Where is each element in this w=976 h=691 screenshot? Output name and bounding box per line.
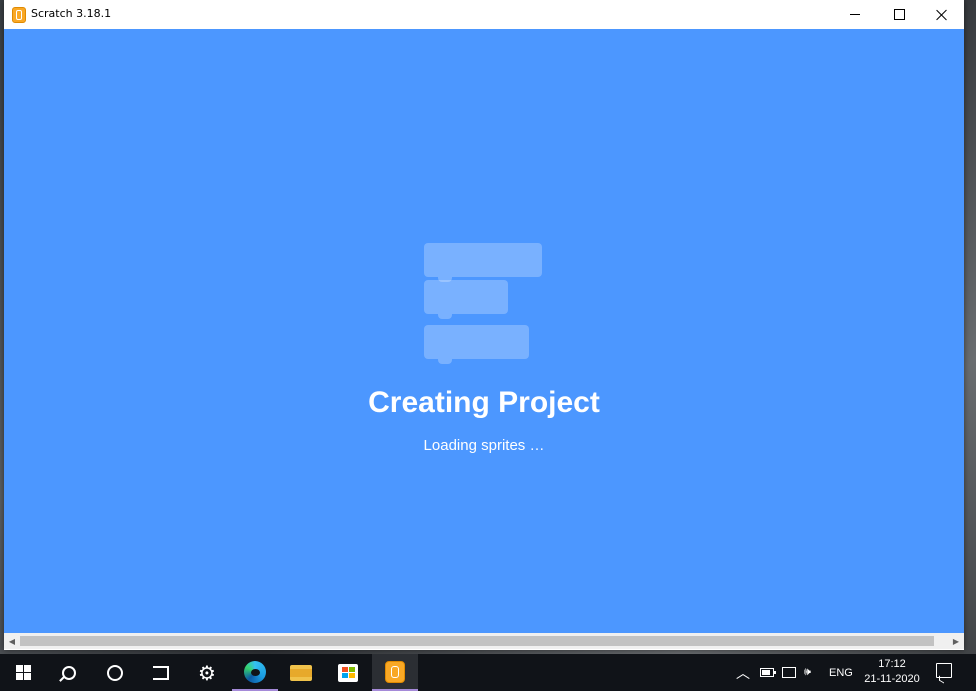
- scratch-window: Scratch 3.18.1 Creating Project Loading …: [4, 0, 964, 650]
- search-icon: [62, 665, 76, 680]
- chevron-up-icon: ︿: [736, 664, 750, 681]
- loading-status: Loading sprites …: [423, 437, 545, 454]
- loading-title: Creating Project: [368, 386, 600, 419]
- notification-icon[interactable]: [936, 663, 952, 678]
- task-view-button[interactable]: [138, 654, 184, 691]
- minimize-icon: [850, 14, 860, 15]
- edge-icon: [244, 660, 266, 683]
- folder-icon: [290, 664, 312, 681]
- battery-icon: [760, 668, 776, 677]
- code-block: [424, 243, 542, 277]
- block-notch: [438, 359, 452, 364]
- title-bar[interactable]: Scratch 3.18.1: [4, 0, 964, 29]
- code-block: [424, 280, 508, 314]
- window-title: Scratch 3.18.1: [31, 7, 112, 20]
- store-bag-icon: [338, 663, 358, 682]
- edge-app[interactable]: [232, 654, 278, 691]
- windows-logo-icon: [15, 665, 31, 680]
- show-hidden-icons-button[interactable]: ︿: [736, 654, 750, 691]
- search-button[interactable]: [46, 654, 92, 691]
- horizontal-scrollbar[interactable]: ◀ ▶: [4, 633, 964, 649]
- language-label: ENG: [829, 666, 853, 679]
- maximize-button[interactable]: [877, 0, 921, 29]
- cortana-circle-icon: [107, 664, 123, 681]
- minimize-button[interactable]: [833, 0, 877, 29]
- maximize-icon: [893, 9, 905, 20]
- gear-icon: ⚙: [198, 660, 216, 685]
- scratch-icon: [385, 660, 405, 683]
- taskbar: ⚙ ︿ 🕪 ENG 17:12 21-11-2020: [0, 654, 976, 691]
- loading-screen: Creating Project Loading sprites …: [4, 29, 964, 633]
- start-button[interactable]: [0, 654, 46, 691]
- network-tray[interactable]: [782, 654, 796, 691]
- code-blocks-icon: [424, 243, 544, 368]
- scroll-left-icon[interactable]: ◀: [7, 636, 17, 646]
- file-explorer-app[interactable]: [278, 654, 324, 691]
- scratch-app[interactable]: [372, 654, 418, 691]
- scratch-app-icon: [12, 7, 26, 23]
- task-view-icon: [153, 665, 169, 680]
- scrollbar-thumb[interactable]: [20, 636, 934, 646]
- network-icon: [782, 667, 796, 678]
- scroll-right-icon[interactable]: ▶: [951, 636, 961, 646]
- language-indicator[interactable]: ENG: [829, 654, 853, 691]
- block-notch: [438, 314, 452, 319]
- close-icon: [936, 9, 948, 21]
- clock[interactable]: 17:12 21-11-2020: [858, 657, 926, 687]
- store-app[interactable]: [325, 654, 371, 691]
- cortana-button[interactable]: [92, 654, 138, 691]
- clock-time: 17:12: [878, 658, 906, 670]
- volume-tray[interactable]: 🕪: [804, 654, 811, 691]
- close-button[interactable]: [920, 0, 964, 29]
- clock-date: 21-11-2020: [864, 673, 920, 685]
- speaker-icon: 🕪: [804, 666, 811, 678]
- settings-app[interactable]: ⚙: [184, 654, 230, 691]
- code-block: [424, 325, 529, 359]
- battery-tray[interactable]: [760, 654, 776, 691]
